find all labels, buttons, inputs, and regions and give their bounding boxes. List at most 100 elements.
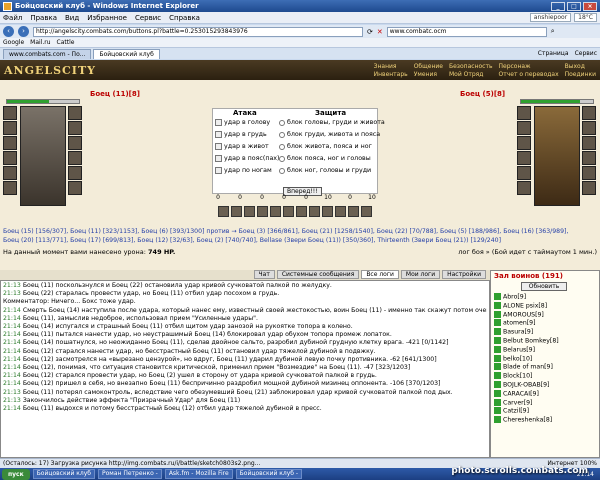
equip-slot[interactable] xyxy=(3,106,17,120)
refresh-button[interactable]: Обновить xyxy=(521,282,567,291)
game-menu-item[interactable]: Знания xyxy=(374,63,408,70)
warrior-name[interactable]: Basura[9] xyxy=(503,329,533,336)
checkbox[interactable] xyxy=(215,167,222,174)
equip-slot[interactable] xyxy=(68,121,82,135)
skill-icon[interactable] xyxy=(270,206,281,217)
warrior-name[interactable]: CARACAI[9] xyxy=(503,390,539,397)
warrior-item[interactable]: Carver[9] xyxy=(494,398,599,408)
link-mail[interactable]: Mail.ru xyxy=(30,39,50,46)
player-name[interactable]: Боец (11)[8] xyxy=(90,90,140,98)
attack-option[interactable]: удар в грудь xyxy=(215,131,267,138)
skill-icon[interactable] xyxy=(218,206,229,217)
stop-icon[interactable]: ✕ xyxy=(377,28,383,36)
menu-tools[interactable]: Сервис xyxy=(135,14,161,22)
checkbox[interactable] xyxy=(215,119,222,126)
equip-slot[interactable] xyxy=(3,136,17,150)
link-cattle[interactable]: Cattle xyxy=(57,39,75,46)
close-button[interactable]: × xyxy=(583,1,597,11)
equip-slot[interactable] xyxy=(68,181,82,195)
equip-slot[interactable] xyxy=(68,151,82,165)
skill-icon[interactable] xyxy=(283,206,294,217)
warrior-name[interactable]: Blade of man[9] xyxy=(503,364,553,371)
tab-my-logs[interactable]: Мои логи xyxy=(400,270,441,279)
tab-system[interactable]: Системные сообщения xyxy=(276,270,360,279)
warrior-item[interactable]: CARACAI[9] xyxy=(494,389,599,399)
search-input[interactable]: www.combatc.ocm xyxy=(386,26,547,37)
warrior-item[interactable]: BOJLK-OBAB[9] xyxy=(494,380,599,390)
defense-option[interactable]: блок ног, головы и груди xyxy=(279,167,371,174)
game-menu-item[interactable]: Мой Отряд xyxy=(449,71,493,78)
warrior-name[interactable]: Belbut Bomkey[8] xyxy=(503,337,559,344)
skill-icon[interactable] xyxy=(348,206,359,217)
radio[interactable] xyxy=(279,131,285,138)
tab-settings[interactable]: Настройки xyxy=(442,270,486,279)
warrior-item[interactable]: atomen[9] xyxy=(494,319,599,328)
task-item[interactable]: Бойцовский клуб xyxy=(32,469,96,479)
task-item[interactable]: Ask.fm - Mozilla Fire xyxy=(164,469,233,479)
defense-option[interactable]: блок головы, груди и живота xyxy=(279,119,385,126)
task-item[interactable]: Бойцовский клуб - xyxy=(235,469,303,479)
game-menu-item[interactable]: Инвентарь xyxy=(374,71,408,78)
warrior-item[interactable]: Blade of man[9] xyxy=(494,363,599,372)
warrior-item[interactable]: Chereshenka[8] xyxy=(494,416,599,425)
equip-slot[interactable] xyxy=(3,121,17,135)
link-google[interactable]: Google xyxy=(3,39,24,46)
teams-line-2[interactable]: Боец (20) [113/771], Боец (17) [699/813]… xyxy=(3,237,597,246)
tab-chat[interactable]: Чат xyxy=(253,270,275,279)
skill-icon[interactable] xyxy=(231,206,242,217)
battle-log-link[interactable]: лог боя » xyxy=(458,248,490,256)
skill-icon[interactable] xyxy=(244,206,255,217)
skill-icon[interactable] xyxy=(257,206,268,217)
radio[interactable] xyxy=(279,167,285,174)
skill-icon[interactable] xyxy=(361,206,372,217)
task-item[interactable]: Роман Петренко - xyxy=(98,469,162,479)
skill-icon[interactable] xyxy=(296,206,307,217)
warrior-name[interactable]: Catzil[9] xyxy=(503,408,529,415)
warrior-name[interactable]: Block[10] xyxy=(503,373,532,380)
menu-edit[interactable]: Правка xyxy=(30,14,57,22)
warrior-name[interactable]: belko[10] xyxy=(503,355,532,362)
start-button[interactable]: пуск xyxy=(2,468,30,480)
attack-option[interactable]: удар в живот xyxy=(215,143,269,150)
warrior-name[interactable]: Abro[9] xyxy=(503,294,526,301)
checkbox[interactable] xyxy=(215,143,222,150)
menu-view[interactable]: Вид xyxy=(65,14,79,22)
warrior-name[interactable]: Belarus[9] xyxy=(503,346,535,353)
warrior-name[interactable]: atomen[9] xyxy=(503,320,536,327)
refresh-icon[interactable]: ⟳ xyxy=(367,28,373,36)
radio[interactable] xyxy=(279,119,285,126)
menu-favorites[interactable]: Избранное xyxy=(87,14,127,22)
enemy-name[interactable]: Боец (5)[8] xyxy=(460,90,505,98)
checkbox[interactable] xyxy=(215,131,222,138)
skill-icon[interactable] xyxy=(335,206,346,217)
warrior-name[interactable]: AMOROUS[9] xyxy=(503,311,544,318)
warrior-item[interactable]: belko[10] xyxy=(494,354,599,364)
warrior-name[interactable]: ALONE psix[8] xyxy=(503,302,547,309)
equip-slot[interactable] xyxy=(3,151,17,165)
equip-slot[interactable] xyxy=(3,166,17,180)
warrior-item[interactable]: Block[10] xyxy=(494,372,599,381)
equip-slot[interactable] xyxy=(68,136,82,150)
attack-option[interactable]: удар в пояс(пах) xyxy=(215,155,280,162)
equip-slot[interactable] xyxy=(68,106,82,120)
skill-icon[interactable] xyxy=(322,206,333,217)
tools-menu[interactable]: Сервис xyxy=(575,50,597,57)
game-menu-item[interactable]: Поединки xyxy=(565,71,596,78)
teams-line-1[interactable]: Боец (15) [156/307], Боец (11) [323/1153… xyxy=(3,228,597,237)
game-menu-item[interactable]: Отчет о переводах xyxy=(498,71,558,78)
back-icon[interactable]: ‹ xyxy=(3,26,14,37)
warrior-name[interactable]: Chereshenka[8] xyxy=(503,417,552,424)
forward-icon[interactable]: › xyxy=(18,26,29,37)
tab-combats-www[interactable]: www.combats.com - По... xyxy=(3,48,92,59)
warrior-item[interactable]: ALONE psix[8] xyxy=(494,301,599,311)
equip-slot[interactable] xyxy=(3,181,17,195)
equip-slot[interactable] xyxy=(68,166,82,180)
warrior-item[interactable]: Catzil[9] xyxy=(494,407,599,416)
warrior-item[interactable]: Abro[9] xyxy=(494,293,599,302)
search-icon[interactable]: ⌕ xyxy=(551,27,555,36)
minimize-button[interactable]: _ xyxy=(551,1,565,11)
search-user-field[interactable]: anshiepoor xyxy=(529,13,572,22)
menu-file[interactable]: Файл xyxy=(3,14,22,22)
page-menu[interactable]: Страница xyxy=(538,50,569,57)
tab-all-logs[interactable]: Все логи xyxy=(361,270,399,279)
